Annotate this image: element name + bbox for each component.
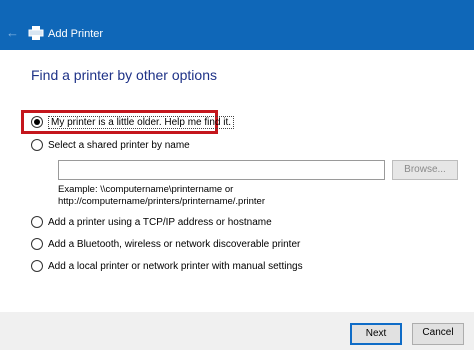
example-line-1: Example: \\computername\printername or [58,184,234,195]
radio-older-printer[interactable] [31,116,43,128]
next-button[interactable]: Next [350,323,402,345]
shared-printer-input[interactable] [58,160,385,180]
option-label: My printer is a little older. Help me fi… [48,115,235,129]
printer-icon [28,26,44,40]
shared-example-text: Example: \\computername\printername or h… [58,184,265,208]
cancel-button[interactable]: Cancel [412,323,464,345]
option-shared-printer[interactable]: Select a shared printer by name [31,137,190,153]
browse-button[interactable]: Browse... [392,160,458,180]
option-bluetooth-wireless[interactable]: Add a Bluetooth, wireless or network dis… [31,236,300,252]
option-label: Select a shared printer by name [48,139,190,151]
option-label: Add a Bluetooth, wireless or network dis… [48,238,301,250]
window-title: Add Printer [48,28,104,40]
back-arrow-icon[interactable]: ← [6,26,19,40]
option-label: Add a local printer or network printer w… [48,260,303,272]
radio-tcpip[interactable] [31,216,43,228]
option-local-manual[interactable]: Add a local printer or network printer w… [31,258,303,274]
example-line-2: http://computername/printers/printername… [58,196,265,207]
option-tcpip[interactable]: Add a printer using a TCP/IP address or … [31,214,272,230]
radio-local-manual[interactable] [31,260,43,272]
option-label: Add a printer using a TCP/IP address or … [48,216,272,228]
radio-shared-printer[interactable] [31,139,43,151]
button-bar: Next Cancel [0,312,474,350]
page-heading: Find a printer by other options [31,67,217,83]
radio-bluetooth-wireless[interactable] [31,238,43,250]
option-older-printer[interactable]: My printer is a little older. Help me fi… [31,114,235,130]
title-bar: ← Add Printer [0,0,474,50]
